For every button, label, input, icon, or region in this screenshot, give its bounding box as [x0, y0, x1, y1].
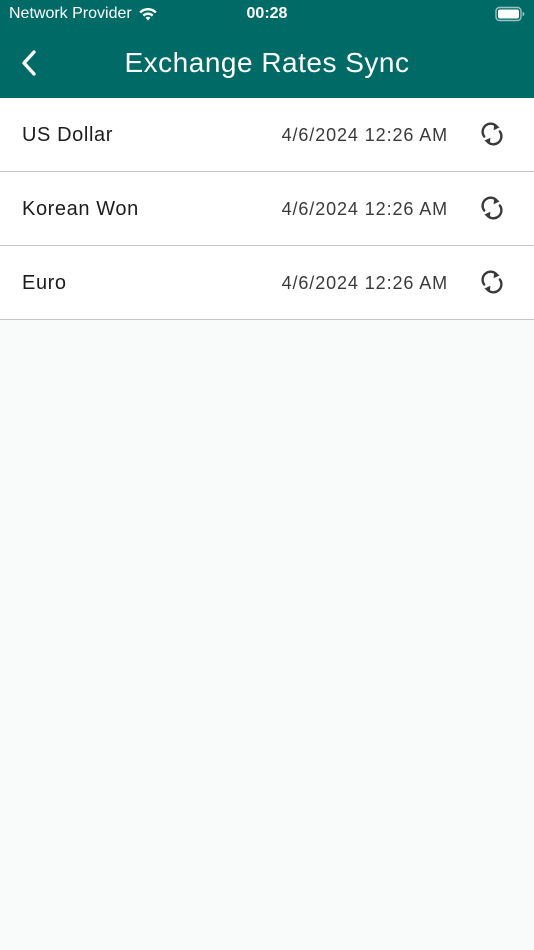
- last-sync-time: 4/6/2024 12:26 AM: [281, 273, 448, 293]
- sync-icon: [481, 196, 503, 220]
- sync-button[interactable]: [478, 194, 506, 222]
- exchange-rate-list: US Dollar 4/6/2024 12:26 AM Korean Won 4…: [0, 98, 534, 320]
- sync-icon: [481, 122, 503, 146]
- sync-button[interactable]: [478, 268, 506, 296]
- list-item[interactable]: Euro 4/6/2024 12:26 AM: [0, 246, 534, 320]
- list-item[interactable]: US Dollar 4/6/2024 12:26 AM: [0, 98, 534, 172]
- sync-button[interactable]: [478, 120, 506, 148]
- sync-icon: [481, 270, 503, 294]
- page-title: Exchange Rates Sync: [124, 47, 410, 78]
- app-header: Network Provider 00:28 Exchange Rates Sy…: [0, 0, 534, 98]
- battery-icon: [495, 6, 525, 22]
- status-time: 00:28: [246, 5, 288, 22]
- last-sync-time: 4/6/2024 12:26 AM: [281, 199, 448, 219]
- navigation-bar: Exchange Rates Sync: [0, 28, 534, 98]
- currency-name: Euro: [22, 272, 67, 294]
- currency-name: Korean Won: [22, 198, 139, 220]
- status-bar: Network Provider 00:28: [0, 0, 534, 28]
- currency-name: US Dollar: [22, 124, 113, 146]
- list-item[interactable]: Korean Won 4/6/2024 12:26 AM: [0, 172, 534, 246]
- last-sync-time: 4/6/2024 12:26 AM: [281, 125, 448, 145]
